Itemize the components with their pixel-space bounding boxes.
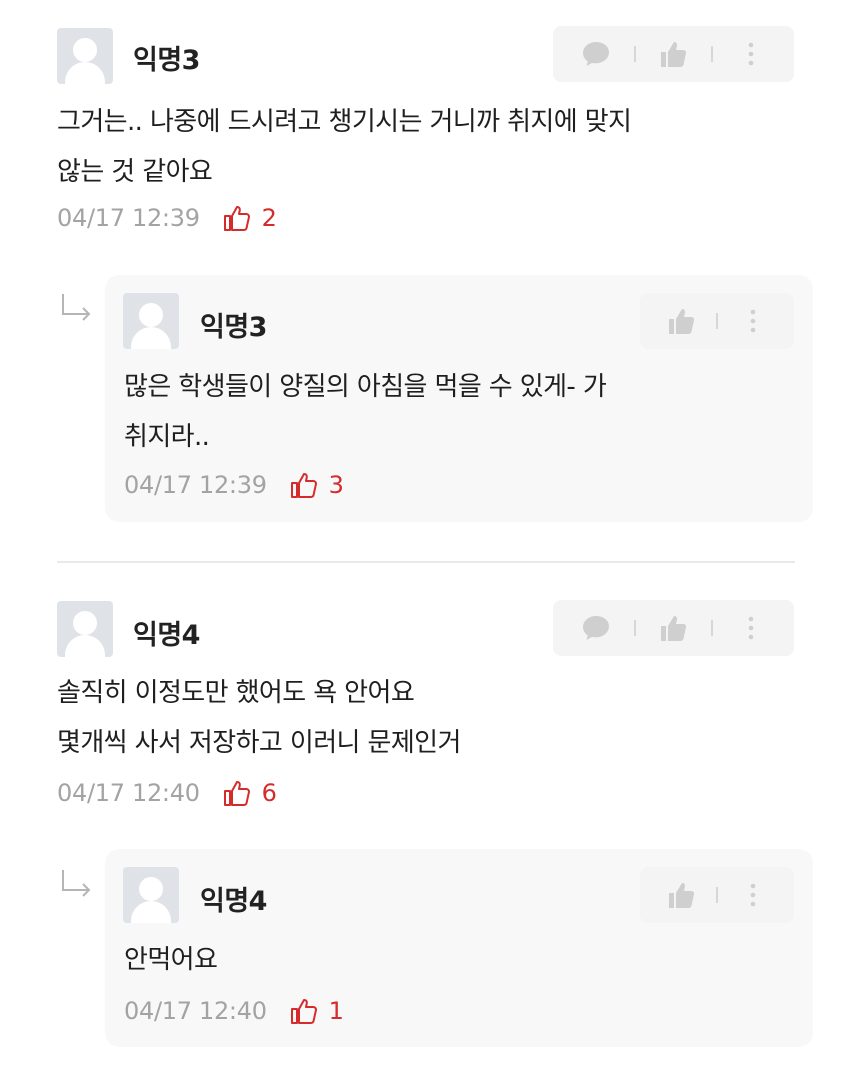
thumbs-up-icon: [661, 42, 687, 67]
reply-nickname: 익명4: [200, 886, 267, 917]
reply-arrow-icon: [62, 294, 91, 321]
comment-text: 그거는.. 나중에 드시려고 챙기시는 거니까 취지에 맞지 않는 것 같아요: [57, 107, 632, 187]
comment-nickname: 익명3: [133, 45, 200, 76]
speech-bubble-icon: [582, 616, 609, 640]
thumbs-up-icon: [669, 309, 695, 334]
comment-action-bar: [553, 26, 794, 82]
reply-action-bar: [640, 293, 794, 349]
like-comment-button[interactable]: [653, 608, 693, 648]
reply-text: 많은 학생들이 양질의 아침을 먹을 수 있게- 가 취지라..: [124, 372, 607, 452]
reply-meta: 04/17 12:39 3: [124, 465, 344, 505]
comment-action-bar: [553, 600, 794, 656]
like-count: 1: [328, 997, 344, 1025]
more-options-button[interactable]: [731, 608, 771, 648]
more-options-button[interactable]: [731, 34, 771, 74]
more-options-button[interactable]: [733, 875, 773, 915]
like-count: 3: [328, 471, 344, 499]
like-count: 2: [261, 204, 277, 232]
reply-nickname: 익명3: [200, 312, 267, 343]
avatar: [57, 28, 113, 84]
reply-comment-button[interactable]: [576, 34, 616, 74]
thumbs-up-icon: [669, 883, 695, 908]
avatar: [57, 601, 113, 657]
reply-container: 익명3 많은 학생들이 양질의 아침을 먹을 수 있게- 가 취지라.. 04/…: [105, 275, 813, 522]
like-comment-button[interactable]: [653, 34, 693, 74]
reply-action-bar: [640, 867, 794, 923]
comment-nickname: 익명4: [133, 620, 200, 651]
thumbs-up-icon: [661, 616, 687, 641]
reply-date: 04/17 12:39: [124, 471, 267, 499]
comment-divider: [57, 561, 795, 563]
kebab-menu-icon: [750, 309, 755, 333]
comment-meta: 04/17 12:39 2: [57, 198, 277, 238]
thumbs-up-icon[interactable]: [222, 203, 252, 233]
avatar: [123, 867, 179, 923]
speech-bubble-icon: [582, 42, 609, 66]
avatar: [123, 293, 179, 349]
kebab-menu-icon: [748, 42, 754, 66]
reply-date: 04/17 12:40: [124, 997, 267, 1025]
kebab-menu-icon: [750, 883, 755, 907]
thumbs-up-icon[interactable]: [222, 778, 252, 808]
thumbs-up-icon[interactable]: [289, 470, 319, 500]
like-reply-button[interactable]: [661, 875, 701, 915]
like-count: 6: [261, 779, 277, 807]
like-reply-button[interactable]: [661, 301, 701, 341]
reply-arrow-icon: [62, 870, 91, 897]
comment-date: 04/17 12:40: [57, 779, 200, 807]
reply-comment-button[interactable]: [576, 608, 616, 648]
more-options-button[interactable]: [733, 301, 773, 341]
thumbs-up-icon[interactable]: [289, 996, 319, 1026]
kebab-menu-icon: [748, 616, 754, 640]
reply-container: 익명4 안먹어요 04/17 12:40 1: [105, 849, 813, 1047]
reply-text: 안먹어요: [124, 945, 218, 975]
comment-meta: 04/17 12:40 6: [57, 773, 277, 813]
comment-text: 솔직히 이정도만 했어도 욕 안어요 몇개씩 사서 저장하고 이러니 문제인거: [57, 678, 461, 758]
reply-meta: 04/17 12:40 1: [124, 991, 344, 1031]
comment-date: 04/17 12:39: [57, 204, 200, 232]
